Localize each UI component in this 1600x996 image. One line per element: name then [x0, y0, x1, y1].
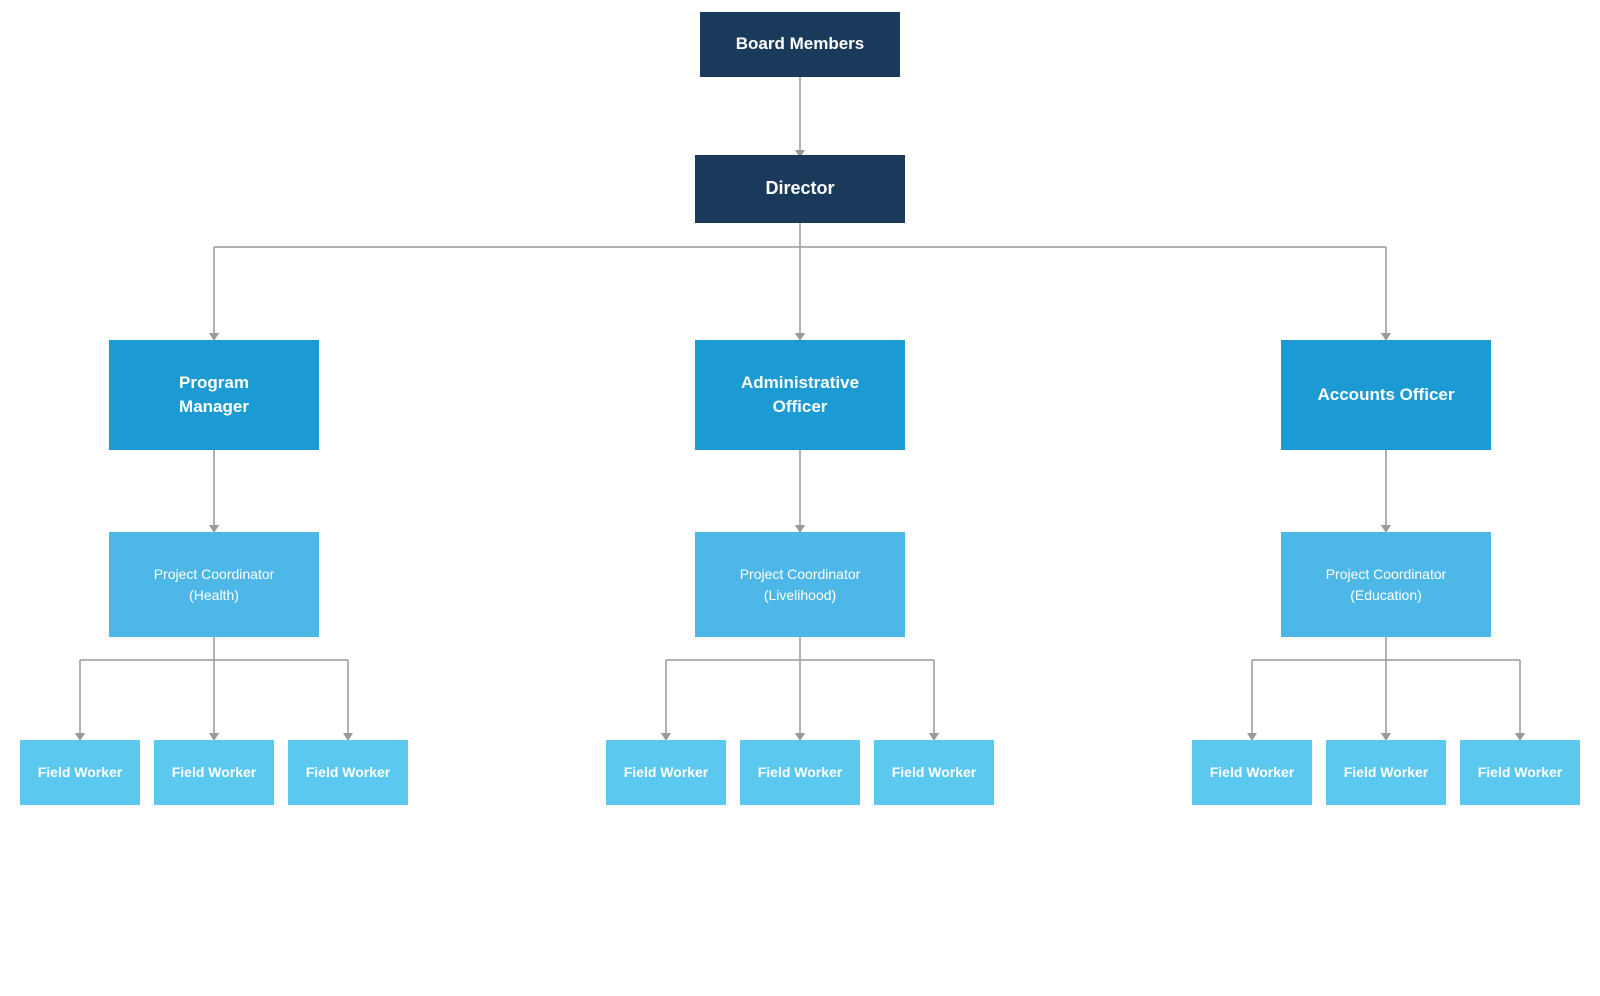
pc-education-node: Project Coordinator(Education)	[1281, 532, 1491, 637]
accounts-officer-label: Accounts Officer	[1318, 383, 1455, 407]
pc-livelihood-node: Project Coordinator(Livelihood)	[695, 532, 905, 637]
fw-h2-label: Field Worker	[172, 763, 257, 781]
program-manager-label: ProgramManager	[179, 371, 249, 419]
pc-health-label: Project Coordinator(Health)	[154, 564, 275, 606]
fw-e2-node: Field Worker	[1326, 740, 1446, 805]
accounts-officer-node: Accounts Officer	[1281, 340, 1491, 450]
fw-e3-label: Field Worker	[1478, 763, 1563, 781]
fw-e2-label: Field Worker	[1344, 763, 1429, 781]
connector-lines	[0, 0, 1600, 996]
director-label: Director	[765, 177, 834, 200]
fw-l3-node: Field Worker	[874, 740, 994, 805]
board-members-node: Board Members	[700, 12, 900, 77]
org-chart: Board Members Director ProgramManager Ad…	[0, 0, 1600, 996]
board-members-label: Board Members	[736, 33, 864, 55]
fw-h3-node: Field Worker	[288, 740, 408, 805]
admin-officer-node: AdministrativeOfficer	[695, 340, 905, 450]
pc-livelihood-label: Project Coordinator(Livelihood)	[740, 564, 861, 606]
fw-l1-label: Field Worker	[624, 763, 709, 781]
pc-education-label: Project Coordinator(Education)	[1326, 564, 1447, 606]
fw-e1-node: Field Worker	[1192, 740, 1312, 805]
fw-h2-node: Field Worker	[154, 740, 274, 805]
admin-officer-label: AdministrativeOfficer	[741, 371, 859, 419]
fw-l1-node: Field Worker	[606, 740, 726, 805]
fw-l3-label: Field Worker	[892, 763, 977, 781]
fw-h1-node: Field Worker	[20, 740, 140, 805]
pc-health-node: Project Coordinator(Health)	[109, 532, 319, 637]
fw-l2-label: Field Worker	[758, 763, 843, 781]
fw-e1-label: Field Worker	[1210, 763, 1295, 781]
fw-h3-label: Field Worker	[306, 763, 391, 781]
program-manager-node: ProgramManager	[109, 340, 319, 450]
fw-e3-node: Field Worker	[1460, 740, 1580, 805]
director-node: Director	[695, 155, 905, 223]
fw-h1-label: Field Worker	[38, 763, 123, 781]
fw-l2-node: Field Worker	[740, 740, 860, 805]
